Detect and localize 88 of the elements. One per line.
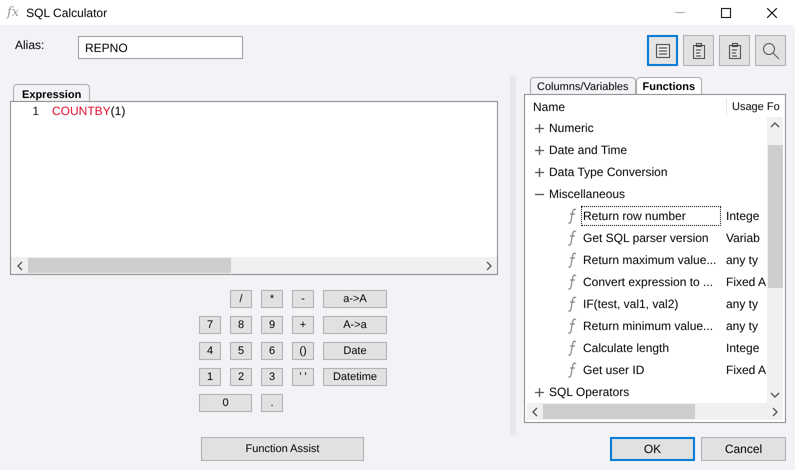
keypad-button[interactable]: Datetime bbox=[323, 368, 387, 386]
panel-tab[interactable]: Functions bbox=[636, 77, 702, 94]
app-logo: fx bbox=[7, 4, 20, 22]
tree-category[interactable]: SQL Operators bbox=[549, 383, 630, 401]
search-icon bbox=[762, 42, 780, 60]
usage-text: Fixed A bbox=[726, 362, 766, 379]
dialog-button[interactable]: OK bbox=[610, 437, 695, 461]
tree-category[interactable]: Date and Time bbox=[549, 141, 628, 159]
function-icon bbox=[568, 318, 577, 334]
keypad-button[interactable]: 4 bbox=[199, 342, 221, 360]
keypad-button[interactable]: - bbox=[292, 290, 314, 308]
vertical-scrollbar[interactable] bbox=[767, 117, 783, 403]
usage-text: any ty bbox=[726, 252, 758, 269]
keypad-button[interactable]: 7 bbox=[199, 316, 221, 334]
scroll-left-icon[interactable] bbox=[16, 260, 24, 270]
keypad-button[interactable]: * bbox=[261, 290, 283, 308]
plus-icon[interactable] bbox=[535, 124, 544, 132]
scroll-right-icon[interactable] bbox=[484, 260, 492, 270]
function-item[interactable]: Return minimum value... bbox=[581, 316, 721, 336]
keypad-button[interactable]: 0 bbox=[199, 394, 252, 412]
tree-category[interactable]: Data Type Conversion bbox=[549, 163, 668, 181]
tree-category[interactable]: Miscellaneous bbox=[549, 185, 626, 203]
keypad-button[interactable]: A->a bbox=[323, 316, 387, 334]
function-item[interactable]: Return maximum value... bbox=[581, 250, 721, 270]
keypad-button[interactable]: + bbox=[292, 316, 314, 334]
function-icon bbox=[568, 230, 577, 246]
function-icon bbox=[568, 252, 577, 268]
keypad-button[interactable]: ' ' bbox=[292, 368, 314, 386]
list-icon bbox=[654, 42, 670, 58]
keypad-button[interactable]: . bbox=[261, 394, 283, 412]
keypad-button[interactable]: () bbox=[292, 342, 314, 360]
usage-text: Variab bbox=[726, 230, 760, 247]
window-title: SQL Calculator bbox=[26, 4, 108, 22]
function-icon bbox=[568, 340, 577, 356]
usage-text: any ty bbox=[726, 318, 758, 335]
keypad-button[interactable]: a->A bbox=[323, 290, 387, 308]
plus-icon[interactable] bbox=[535, 146, 544, 154]
horizontal-scrollbar[interactable] bbox=[527, 403, 783, 420]
keypad-button[interactable]: 3 bbox=[261, 368, 283, 386]
line-number: 1 bbox=[31, 103, 39, 120]
keypad-button[interactable]: 6 bbox=[261, 342, 283, 360]
function-item[interactable]: Convert expression to ... bbox=[581, 272, 721, 292]
keypad-button[interactable]: 5 bbox=[230, 342, 252, 360]
scroll-up-icon[interactable] bbox=[770, 121, 780, 129]
toolbar-button[interactable] bbox=[719, 35, 750, 66]
toolbar-button[interactable] bbox=[683, 35, 714, 66]
alias-field[interactable]: REPNO bbox=[78, 36, 243, 59]
clipboard-icon bbox=[726, 42, 742, 60]
function-icon bbox=[568, 362, 577, 378]
function-icon bbox=[568, 208, 577, 224]
keypad-button[interactable]: / bbox=[230, 290, 252, 308]
keypad-button[interactable]: 2 bbox=[230, 368, 252, 386]
horizontal-scrollbar[interactable] bbox=[11, 257, 497, 274]
plus-icon[interactable] bbox=[535, 388, 544, 396]
function-item[interactable]: Calculate length bbox=[581, 338, 721, 358]
scroll-left-icon[interactable] bbox=[531, 406, 539, 416]
panel-tab[interactable]: Columns/Variables bbox=[530, 77, 636, 94]
expression-editor[interactable]: 1 COUNTBY(1) bbox=[10, 101, 498, 275]
keypad-button[interactable]: 9 bbox=[261, 316, 283, 334]
scroll-right-icon[interactable] bbox=[771, 406, 779, 416]
tree-category[interactable]: Numeric bbox=[549, 119, 594, 137]
usage-text: Fixed A bbox=[726, 274, 766, 291]
usage-text: any ty bbox=[726, 296, 758, 313]
function-assist-button[interactable]: Function Assist bbox=[201, 437, 364, 461]
maximize-icon[interactable] bbox=[721, 8, 731, 18]
plus-icon[interactable] bbox=[535, 168, 544, 176]
usage-text: Intege bbox=[726, 208, 760, 225]
alias-label: Alias: bbox=[15, 37, 46, 54]
function-icon bbox=[568, 296, 577, 312]
function-item[interactable]: Get SQL parser version bbox=[581, 228, 721, 248]
clipboard-icon bbox=[690, 42, 706, 60]
column-header[interactable]: Usage Fo bbox=[727, 98, 780, 116]
keypad-button[interactable]: 1 bbox=[199, 368, 221, 386]
keypad-button[interactable]: 8 bbox=[230, 316, 252, 334]
function-icon bbox=[568, 274, 577, 290]
column-header[interactable]: Name bbox=[527, 98, 727, 116]
function-item[interactable]: Get user ID bbox=[581, 360, 721, 380]
scroll-down-icon[interactable] bbox=[770, 391, 780, 399]
usage-text: Intege bbox=[726, 340, 760, 357]
keypad-button[interactable]: Date bbox=[323, 342, 387, 360]
dialog-button[interactable]: Cancel bbox=[701, 437, 786, 461]
function-item[interactable]: IF(test, val1, val2) bbox=[581, 294, 721, 314]
toolbar-button[interactable] bbox=[755, 35, 786, 66]
toolbar-button[interactable] bbox=[647, 35, 678, 66]
code-line: COUNTBY(1) bbox=[52, 103, 126, 120]
function-item[interactable]: Return row number bbox=[581, 206, 721, 226]
close-icon[interactable] bbox=[767, 8, 777, 18]
expression-tab[interactable]: Expression bbox=[13, 84, 90, 101]
